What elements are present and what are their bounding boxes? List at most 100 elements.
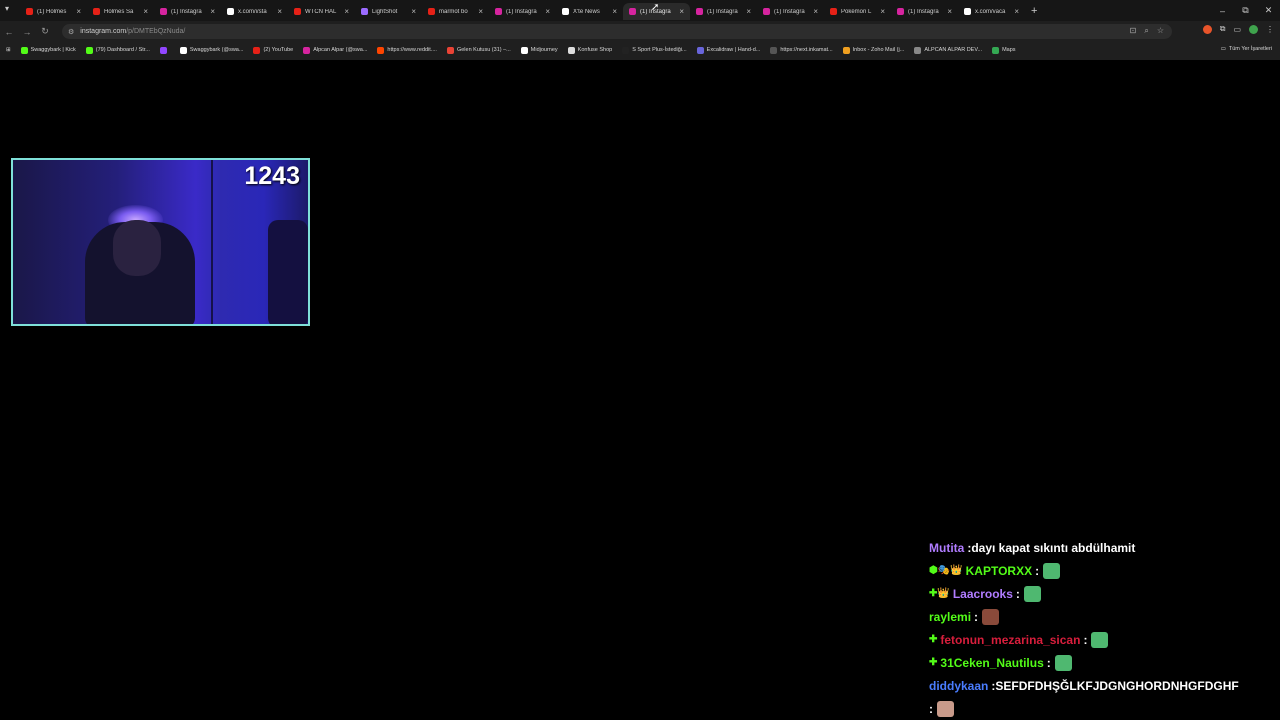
profile-avatar[interactable]: [1249, 24, 1258, 34]
tab-10[interactable]: (1) Instagra ×: [690, 3, 757, 20]
tab-2[interactable]: (1) Instagra ×: [154, 3, 221, 20]
tab-close-icon[interactable]: ×: [880, 7, 885, 16]
bookmark-item[interactable]: Alpcan Alpar (@swa...: [303, 46, 367, 54]
bookmark-item[interactable]: Inbox - Zoho Mail (j...: [842, 46, 904, 54]
extension-icon[interactable]: [1202, 24, 1212, 34]
bookmark-item[interactable]: Konfuse Shop: [567, 46, 612, 54]
tab-favicon-icon: [763, 8, 770, 15]
tab-8[interactable]: X'te News ×: [556, 3, 623, 20]
tab-close-icon[interactable]: ×: [344, 7, 349, 16]
extension-area: ⧉ ▭ ⋮: [1202, 24, 1274, 34]
bookmark-item[interactable]: S Sport Plus-İstediği...: [622, 46, 687, 54]
tab-7[interactable]: (1) Instagra ×: [489, 3, 556, 20]
minimize-icon[interactable]: –: [1211, 6, 1234, 16]
tab-close-icon[interactable]: ×: [612, 7, 617, 16]
tab-4[interactable]: WTCN HAL ×: [288, 3, 355, 20]
tab-close-icon[interactable]: ×: [277, 7, 282, 16]
bookmark-favicon-icon: [842, 46, 850, 54]
chat-username: fetonun_mezarina_sican: [940, 632, 1081, 647]
bookmark-label: (2) YouTube: [263, 47, 294, 53]
tab-close-icon[interactable]: ×: [947, 7, 952, 16]
bookmarks-bar: ⊞ Swaggybark | Kick (79) Dashboard / Str.…: [0, 42, 1280, 58]
tab-close-icon[interactable]: ×: [478, 7, 483, 16]
tab-close-icon[interactable]: ×: [813, 7, 818, 16]
url-host: instagram.com: [80, 28, 127, 35]
bookmark-item[interactable]: https://next.inkamat...: [770, 46, 833, 54]
reload-icon[interactable]: ↻: [36, 26, 54, 37]
bookmark-item[interactable]: [159, 46, 170, 54]
bookmark-item[interactable]: Gelen Kutusu (31) –...: [446, 46, 511, 54]
tab-14[interactable]: x.com/vaca ×: [958, 3, 1025, 20]
tab-5[interactable]: LightShot ×: [355, 3, 422, 20]
tab-favicon-icon: [428, 8, 435, 15]
bookmark-label: (79) Dashboard / Str...: [95, 47, 150, 53]
tab-title: x.com/i/sta: [238, 8, 267, 15]
chat-message: ✚ fetonun_mezarina_sican:: [929, 628, 1274, 651]
zoom-icon[interactable]: ⌕: [1144, 26, 1148, 36]
new-tab-icon[interactable]: +: [1031, 5, 1037, 17]
tab-close-icon[interactable]: ×: [411, 7, 416, 16]
tab-close-icon[interactable]: ×: [746, 7, 751, 16]
back-icon[interactable]: ←: [0, 27, 18, 37]
bookmark-star-icon[interactable]: ☆: [1157, 26, 1164, 36]
all-bookmarks[interactable]: ▭ Tüm Yer İşaretleri: [1221, 46, 1272, 52]
chat-message: ⬢🎭👑 KAPTORXX:: [929, 559, 1274, 582]
chat-separator: :: [1046, 655, 1051, 670]
bookmark-favicon-icon: [85, 46, 93, 54]
tab-title: (1) Holmes: [37, 8, 67, 15]
bookmark-label: Maps: [1002, 47, 1016, 53]
tab-title: marmot bo: [439, 8, 468, 15]
maximize-icon[interactable]: ⧉: [1234, 5, 1257, 16]
chat-separator: :: [929, 701, 933, 716]
tab-title: Holmes Sa: [104, 8, 134, 15]
bookmark-item[interactable]: ALPCAN ALPAR DEV...: [914, 46, 982, 54]
tab-close-icon[interactable]: ×: [76, 7, 81, 16]
bookmark-label: Swaggybark (@swa...: [189, 47, 244, 53]
bookmark-item[interactable]: Maps: [992, 46, 1016, 54]
tab-favicon-icon: [160, 8, 167, 15]
tab-close-icon[interactable]: ×: [1014, 7, 1019, 16]
bookmark-label: Excalidraw | Hand-d...: [706, 47, 761, 53]
tab-3[interactable]: x.com/i/sta ×: [221, 3, 288, 20]
bookmark-item[interactable]: (2) YouTube: [253, 46, 294, 54]
tab-0[interactable]: (1) Holmes ×: [20, 3, 87, 20]
bookmark-item[interactable]: https://www.reddit....: [377, 46, 437, 54]
bookmark-label: S Sport Plus-İstediği...: [632, 47, 687, 53]
install-icon[interactable]: ⊡: [1130, 26, 1137, 36]
forward-icon[interactable]: →: [18, 27, 36, 37]
bookmark-favicon-icon: [377, 46, 385, 54]
tab-close-icon[interactable]: ×: [143, 7, 148, 16]
chat-message: :: [929, 697, 1274, 720]
address-bar[interactable]: ⚙ instagram.com/p/DMTEbQzNuda/ ⊡ ⌕ ☆: [62, 24, 1172, 39]
chat-separator: :: [974, 609, 979, 624]
site-info-icon[interactable]: ⚙: [68, 28, 74, 36]
tab-13[interactable]: (1) Instagra ×: [891, 3, 958, 20]
webcam-wall: [211, 160, 213, 324]
tab-title: (1) Instagra: [908, 8, 939, 15]
apps-grid-icon[interactable]: ⊞: [6, 47, 11, 53]
tab-close-icon[interactable]: ×: [545, 7, 550, 16]
tab-12[interactable]: Pokémon L ×: [824, 3, 891, 20]
bookmark-favicon-icon: [696, 46, 704, 54]
browser-chrome: ▾ (1) Holmes × Holmes Sa × (1) Instagra × x.co…: [0, 0, 1280, 60]
tab-1[interactable]: Holmes Sa ×: [87, 3, 154, 20]
extensions-puzzle-icon[interactable]: ⧉: [1220, 24, 1226, 34]
menu-icon[interactable]: ⋮: [1266, 25, 1274, 34]
bookmark-item[interactable]: Excalidraw | Hand-d...: [696, 46, 761, 54]
tab-favicon-icon: [897, 8, 904, 15]
tab-6[interactable]: marmot bo ×: [422, 3, 489, 20]
bookmark-item[interactable]: Midjourney: [520, 46, 558, 54]
chat-separator: :: [1035, 563, 1040, 578]
close-window-icon[interactable]: ✕: [1257, 5, 1280, 16]
sidepanel-icon[interactable]: ▭: [1233, 25, 1241, 34]
tab-search-icon[interactable]: ▾: [5, 4, 9, 13]
chat-username: Laacrooks: [952, 586, 1013, 601]
tab-close-icon[interactable]: ×: [210, 7, 215, 16]
bookmark-item[interactable]: Swaggybark | Kick: [20, 46, 76, 54]
bookmark-item[interactable]: (79) Dashboard / Str...: [85, 46, 150, 54]
tab-favicon-icon: [562, 8, 569, 15]
tab-close-icon[interactable]: ×: [679, 7, 684, 16]
chat-message: Mutita: dayı kapat sıkıntı abdülhamit: [929, 536, 1274, 559]
tab-11[interactable]: (1) Instagra ×: [757, 3, 824, 20]
bookmark-item[interactable]: Swaggybark (@swa...: [179, 46, 244, 54]
